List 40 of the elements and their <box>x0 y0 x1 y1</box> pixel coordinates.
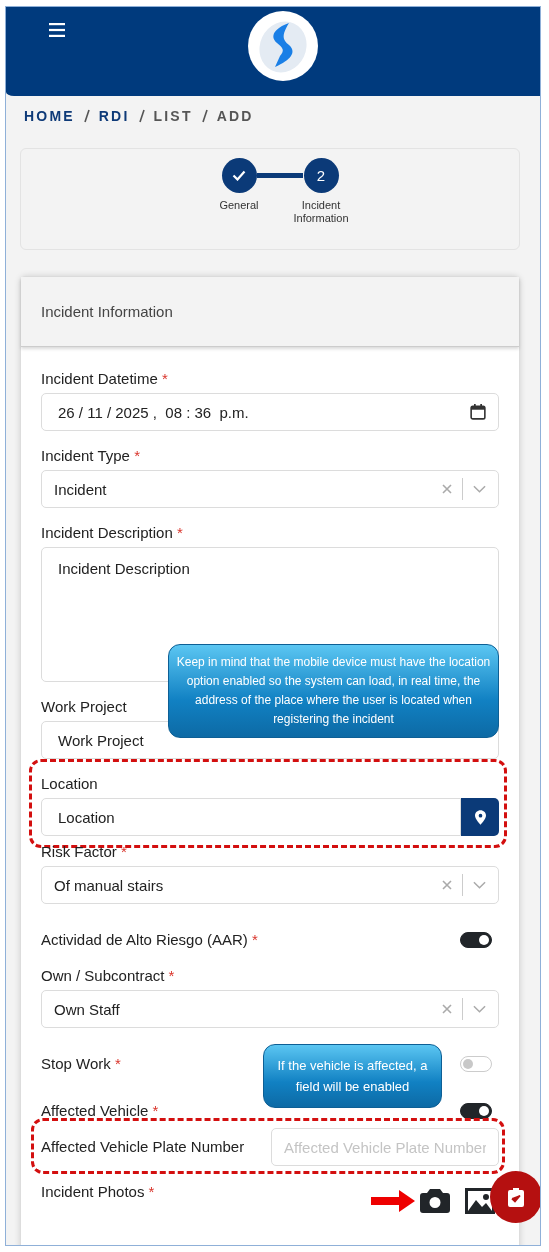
toggle-switch[interactable] <box>460 1103 492 1119</box>
datetime-field[interactable]: 26 / 11 / 2025 , 08 : 36 p.m. <box>41 393 499 431</box>
slash-icon <box>138 109 145 123</box>
map-pin-icon <box>474 809 486 825</box>
clipboard-check-icon <box>508 1187 524 1207</box>
field-label: Risk Factor * <box>41 842 127 862</box>
check-icon <box>232 170 246 181</box>
step-label: Incident Information <box>292 199 350 225</box>
field-label: Incident Datetime * <box>41 369 168 389</box>
breadcrumb-link[interactable]: RDI <box>98 108 130 124</box>
input-field[interactable]: Location <box>41 798 461 836</box>
field-label: Own / Subcontract * <box>41 966 175 986</box>
slash-icon <box>201 109 208 123</box>
field-label: Incident Type * <box>41 446 140 466</box>
menu-icon[interactable] <box>49 23 65 37</box>
location-button[interactable] <box>461 798 499 836</box>
field-label: Incident Description * <box>41 523 183 543</box>
card-title: Incident Information <box>41 303 173 320</box>
field-label: Stop Work * <box>41 1054 121 1074</box>
field-label: Location <box>41 774 98 794</box>
step-label: General <box>219 199 259 212</box>
camera-icon[interactable] <box>420 1189 450 1213</box>
field-label: Actividad de Alto Riesgo (AAR) * <box>41 930 258 950</box>
step-circle[interactable] <box>221 158 257 193</box>
field-label: Incident Photos * <box>41 1182 155 1202</box>
slash-icon <box>83 109 90 123</box>
step-circle[interactable]: 2 <box>303 158 339 193</box>
field-label: Affected Vehicle * <box>41 1101 159 1121</box>
fab-button[interactable] <box>490 1171 540 1223</box>
input-field[interactable]: Affected Vehicle Plate Number <box>271 1128 499 1166</box>
breadcrumb-link[interactable]: HOME <box>24 108 75 124</box>
calendar-icon[interactable] <box>470 404 486 420</box>
field-label: Work Project <box>41 697 127 717</box>
callout-tooltip: If the vehicle is affected, a field will be enabled <box>263 1044 442 1108</box>
field-label: Affected Vehicle Plate Number <box>41 1137 245 1157</box>
image-icon[interactable] <box>465 1188 495 1214</box>
toggle-switch[interactable] <box>460 932 492 948</box>
callout-tooltip: Keep in mind that the mobile device must have the location option enabled so the system can load, in real time, the address of the place where the user is located when registering the incident <box>168 644 499 738</box>
step-connector <box>257 173 303 178</box>
logo <box>247 10 319 82</box>
